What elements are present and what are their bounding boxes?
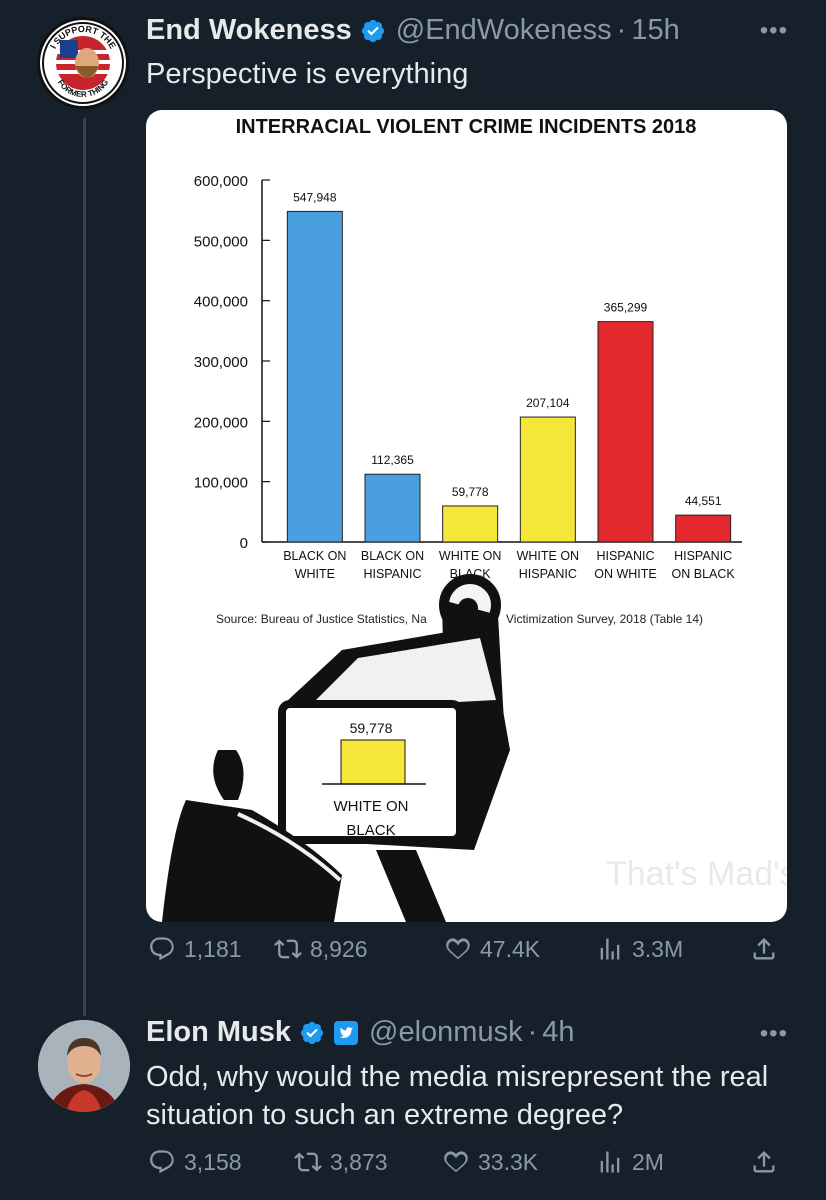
y-tick-label: 400,000	[194, 294, 248, 311]
tweet-text: Perspective is everything	[146, 58, 469, 90]
views-icon	[596, 1148, 624, 1176]
tweet-actions: 3,158 3,873 33.3K 2M	[146, 1148, 786, 1188]
bar	[442, 505, 499, 543]
separator-dot: ·	[527, 1016, 538, 1048]
chart-meme-image: INTERRACIAL VIOLENT CRIME INCIDENTS 2018…	[162, 116, 787, 922]
like-button[interactable]: 33.3K	[442, 1148, 538, 1176]
x-category-label: ON WHITE	[594, 567, 657, 581]
chart-plot: 0 100,000 200,000 300,000 400,000 500,000 600,…	[194, 173, 742, 581]
tweet-text: Odd, why would the media misrepresent th…	[146, 1061, 769, 1131]
display-name[interactable]: Elon Musk	[146, 1016, 291, 1049]
meme-watermark: That's Mad's	[606, 855, 787, 893]
like-button[interactable]: 47.4K	[444, 935, 540, 963]
x-category-label: WHITE ON	[439, 549, 502, 563]
views-icon	[596, 935, 624, 963]
separator-dot: ·	[616, 14, 627, 46]
meme-overlay: 59,778 WHITE ON BLACK That's Mad's	[162, 574, 787, 922]
y-tick-label: 500,000	[194, 233, 248, 250]
like-count: 33.3K	[478, 1148, 539, 1175]
tweet-actions: 1,181 8,926 47.4K 3.3M	[146, 935, 786, 975]
handle[interactable]: @EndWokeness	[396, 14, 612, 47]
retweet-count: 3,873	[330, 1148, 388, 1175]
y-tick-label: 300,000	[194, 354, 248, 371]
avatar[interactable]: I SUPPORT THE FORMER THING	[37, 17, 129, 109]
share-button[interactable]	[750, 1148, 786, 1176]
reply-count: 1,181	[184, 935, 242, 962]
views-count: 2M	[632, 1148, 664, 1175]
bar	[519, 416, 576, 543]
views-button[interactable]: 2M	[596, 1148, 664, 1176]
bar	[286, 210, 343, 543]
reply-count: 3,158	[184, 1148, 242, 1175]
tweet-header: End Wokeness @EndWokeness · 15h	[146, 14, 680, 47]
display-name[interactable]: End Wokeness	[146, 14, 352, 47]
share-icon	[750, 935, 778, 963]
more-icon[interactable]: •••	[760, 1020, 788, 1048]
more-icon[interactable]: •••	[760, 17, 788, 45]
bar-value-label: 44,551	[685, 494, 722, 508]
bar-value-label: 547,948	[293, 190, 337, 204]
thread-connector-line	[83, 118, 86, 1016]
avatar[interactable]	[38, 1020, 130, 1112]
retweet-icon	[294, 1148, 322, 1176]
meme-screen-label-line1: WHITE ON	[334, 798, 409, 815]
share-button[interactable]	[750, 935, 786, 963]
timestamp[interactable]: 4h	[542, 1016, 574, 1049]
reply-icon	[148, 935, 176, 963]
twitter-affiliate-icon[interactable]	[333, 1020, 359, 1046]
views-button[interactable]: 3.3M	[596, 935, 683, 963]
avatar-logo: I SUPPORT THE FORMER THING	[41, 21, 125, 105]
x-category-label: HISPANIC	[363, 567, 421, 581]
y-tick-label: 200,000	[194, 414, 248, 431]
x-category-label: WHITE ON	[517, 549, 580, 563]
views-count: 3.3M	[632, 935, 684, 962]
verified-badge-icon[interactable]	[299, 1020, 325, 1046]
handle[interactable]: @elonmusk	[369, 1016, 523, 1049]
verified-badge-icon[interactable]	[360, 18, 386, 44]
retweet-icon	[274, 935, 302, 963]
x-category-label: HISPANIC	[519, 567, 577, 581]
bar-value-label: 207,104	[526, 396, 570, 410]
bar-value-label: 59,778	[452, 485, 489, 499]
bar	[675, 514, 732, 543]
y-tick-label: 0	[240, 535, 248, 552]
meme-screen-value: 59,778	[350, 720, 393, 736]
bar	[597, 321, 654, 543]
y-tick-label: 600,000	[194, 173, 248, 190]
y-tick-label: 100,000	[194, 475, 248, 492]
meme-screen-label-line2: BLACK	[346, 822, 395, 839]
timestamp[interactable]: 15h	[631, 14, 679, 47]
tweet-header: Elon Musk @elonmusk · 4h	[146, 1016, 575, 1049]
reply-icon	[148, 1148, 176, 1176]
x-category-label: BLACK ON	[361, 549, 424, 563]
tweet-media[interactable]: INTERRACIAL VIOLENT CRIME INCIDENTS 2018…	[146, 110, 787, 922]
like-icon	[442, 1148, 470, 1176]
reply-button[interactable]: 3,158	[148, 1148, 242, 1176]
x-category-label: HISPANIC	[596, 549, 654, 563]
x-category-label: BLACK ON	[283, 549, 346, 563]
like-icon	[444, 935, 472, 963]
chart-title: INTERRACIAL VIOLENT CRIME INCIDENTS 2018	[236, 116, 697, 138]
chart-source-right: Victimization Survey, 2018 (Table 14)	[506, 612, 703, 626]
chart-source-left: Source: Bureau of Justice Statistics, Na	[216, 612, 427, 626]
x-category-label: HISPANIC	[674, 549, 732, 563]
retweet-button[interactable]: 3,873	[294, 1148, 388, 1176]
x-category-label: ON BLACK	[672, 567, 736, 581]
bar-value-label: 365,299	[604, 301, 648, 315]
share-icon	[750, 1148, 778, 1176]
bar	[364, 473, 421, 543]
like-count: 47.4K	[480, 935, 541, 962]
retweet-count: 8,926	[310, 935, 368, 962]
bar-value-label: 112,365	[371, 453, 414, 467]
retweet-button[interactable]: 8,926	[274, 935, 368, 963]
x-category-label: WHITE	[295, 567, 335, 581]
reply-button[interactable]: 1,181	[148, 935, 242, 963]
avatar-photo	[38, 1020, 130, 1112]
